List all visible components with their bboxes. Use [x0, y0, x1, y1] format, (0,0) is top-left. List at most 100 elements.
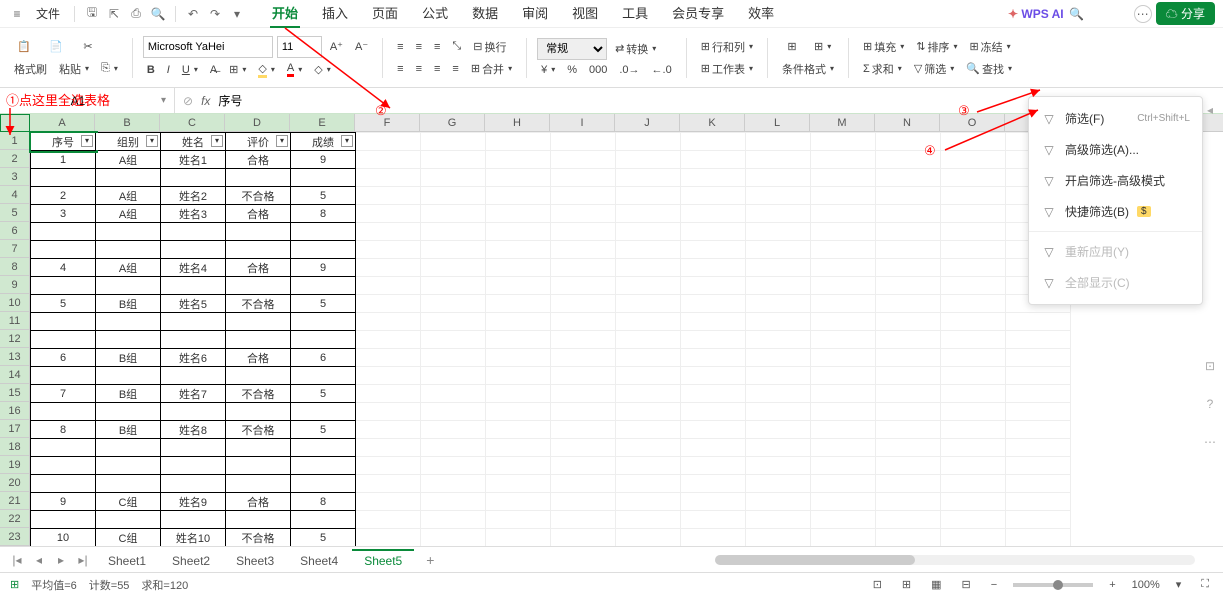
cell-G22[interactable]: [421, 511, 486, 529]
cell-E17[interactable]: 5: [291, 421, 356, 439]
col-header-N[interactable]: N: [875, 114, 940, 131]
cell-I7[interactable]: [551, 241, 616, 259]
cell-C22[interactable]: [161, 511, 226, 529]
col-header-C[interactable]: C: [160, 114, 225, 131]
sheet-tab-Sheet2[interactable]: Sheet2: [160, 549, 222, 571]
col-header-A[interactable]: A: [30, 114, 95, 131]
comma-button[interactable]: 000: [585, 62, 611, 78]
cell-I8[interactable]: [551, 259, 616, 277]
cell-D1[interactable]: 评价▾: [226, 133, 291, 151]
cell-K1[interactable]: [681, 133, 746, 151]
cell-I18[interactable]: [551, 439, 616, 457]
cell-K7[interactable]: [681, 241, 746, 259]
cell-M23[interactable]: [811, 529, 876, 547]
cell-E3[interactable]: [291, 169, 356, 187]
cell-N6[interactable]: [876, 223, 941, 241]
cell-H5[interactable]: [486, 205, 551, 223]
cell-C12[interactable]: [161, 331, 226, 349]
cell-P14[interactable]: [1006, 367, 1071, 385]
col-header-D[interactable]: D: [225, 114, 290, 131]
cell-H15[interactable]: [486, 385, 551, 403]
tab-page[interactable]: 页面: [370, 0, 400, 28]
col-header-L[interactable]: L: [745, 114, 810, 131]
cell-A8[interactable]: 4: [31, 259, 96, 277]
cell-L12[interactable]: [746, 331, 811, 349]
cell-O9[interactable]: [941, 277, 1006, 295]
tab-data[interactable]: 数据: [470, 0, 500, 28]
cell-M3[interactable]: [811, 169, 876, 187]
sheet-nav-first-icon[interactable]: |◂: [8, 553, 26, 567]
cell-K22[interactable]: [681, 511, 746, 529]
cell-A2[interactable]: 1: [31, 151, 96, 169]
cell-D3[interactable]: [226, 169, 291, 187]
cell-M15[interactable]: [811, 385, 876, 403]
underline-button[interactable]: U▾: [178, 62, 202, 78]
cell-I13[interactable]: [551, 349, 616, 367]
cell-H3[interactable]: [486, 169, 551, 187]
cell-F20[interactable]: [356, 475, 421, 493]
tab-member[interactable]: 会员专享: [670, 0, 726, 28]
cell-E15[interactable]: 5: [291, 385, 356, 403]
sort-button[interactable]: ⇅ 排序▾: [912, 37, 961, 57]
cell-J15[interactable]: [616, 385, 681, 403]
cell-E18[interactable]: [291, 439, 356, 457]
cell-M2[interactable]: [811, 151, 876, 169]
cell-G7[interactable]: [421, 241, 486, 259]
cell-M14[interactable]: [811, 367, 876, 385]
cell-L13[interactable]: [746, 349, 811, 367]
cell-J22[interactable]: [616, 511, 681, 529]
tab-review[interactable]: 审阅: [520, 0, 550, 28]
cell-E21[interactable]: 8: [291, 493, 356, 511]
horizontal-scrollbar[interactable]: [446, 555, 1215, 565]
cell-H23[interactable]: [486, 529, 551, 547]
cell-B1[interactable]: 组别▾: [96, 133, 161, 151]
cell-H21[interactable]: [486, 493, 551, 511]
cell-F1[interactable]: [356, 133, 421, 151]
cell-G16[interactable]: [421, 403, 486, 421]
copy-button[interactable]: ⎘▾: [97, 60, 122, 77]
convert-button[interactable]: ⇄ 转换▾: [611, 39, 660, 59]
dec-dec-button[interactable]: ←.0: [648, 62, 676, 78]
cell-E10[interactable]: 5: [291, 295, 356, 313]
cell-F3[interactable]: [356, 169, 421, 187]
filter-arrow-icon[interactable]: ▾: [276, 135, 288, 147]
cell-K6[interactable]: [681, 223, 746, 241]
cell-J9[interactable]: [616, 277, 681, 295]
cut-button[interactable]: ✂: [74, 37, 102, 57]
cell-J7[interactable]: [616, 241, 681, 259]
strike-button[interactable]: A̶: [206, 62, 221, 78]
cell-A9[interactable]: [31, 277, 96, 295]
row-header-4[interactable]: 4: [0, 186, 30, 204]
cell-O1[interactable]: [941, 133, 1006, 151]
valign-mid-button[interactable]: ≡: [412, 39, 426, 55]
cell-D16[interactable]: [226, 403, 291, 421]
col-header-I[interactable]: I: [550, 114, 615, 131]
col-header-M[interactable]: M: [810, 114, 875, 131]
col-header-B[interactable]: B: [95, 114, 160, 131]
cell-L22[interactable]: [746, 511, 811, 529]
cell-C9[interactable]: [161, 277, 226, 295]
cell-D9[interactable]: [226, 277, 291, 295]
cell-N12[interactable]: [876, 331, 941, 349]
cell-K8[interactable]: [681, 259, 746, 277]
cell-I21[interactable]: [551, 493, 616, 511]
filter-arrow-icon[interactable]: ▾: [211, 135, 223, 147]
cell-A13[interactable]: 6: [31, 349, 96, 367]
cell-O20[interactable]: [941, 475, 1006, 493]
cell-M6[interactable]: [811, 223, 876, 241]
cell-E1[interactable]: 成绩▾: [291, 133, 356, 151]
cell-M18[interactable]: [811, 439, 876, 457]
cell-J20[interactable]: [616, 475, 681, 493]
zoom-in-icon[interactable]: +: [1105, 579, 1119, 591]
col-header-F[interactable]: F: [355, 114, 420, 131]
cell-G18[interactable]: [421, 439, 486, 457]
worksheet-button[interactable]: ⊞ 工作表▾: [697, 59, 757, 79]
cell-L10[interactable]: [746, 295, 811, 313]
cell-M10[interactable]: [811, 295, 876, 313]
cell-J6[interactable]: [616, 223, 681, 241]
cell-K15[interactable]: [681, 385, 746, 403]
cell-P11[interactable]: [1006, 313, 1071, 331]
view-mode1-icon[interactable]: ⊡: [869, 578, 886, 591]
cell-J3[interactable]: [616, 169, 681, 187]
cell-C11[interactable]: [161, 313, 226, 331]
